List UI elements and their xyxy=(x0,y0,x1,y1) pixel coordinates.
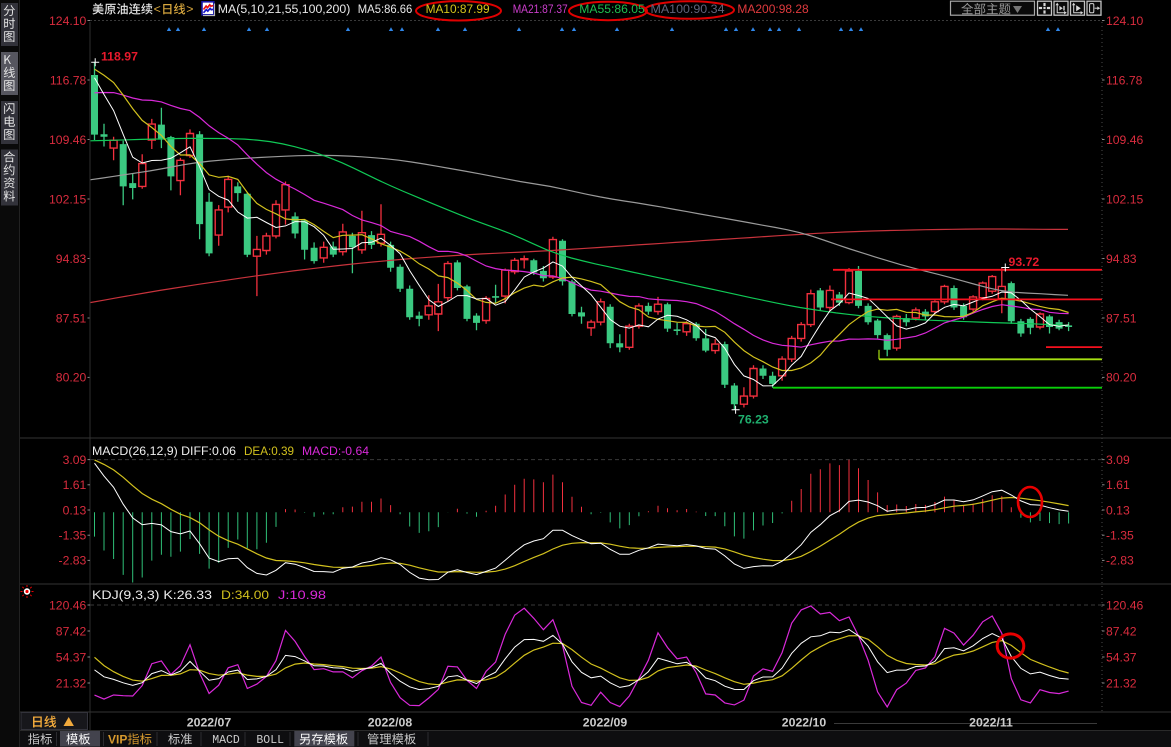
svg-text:2022/07: 2022/07 xyxy=(187,716,232,730)
svg-text:-1.35: -1.35 xyxy=(59,529,87,543)
svg-text:MA200:98.28: MA200:98.28 xyxy=(737,2,808,16)
svg-text:1.61: 1.61 xyxy=(63,478,87,492)
svg-text:2022/11: 2022/11 xyxy=(969,716,1013,730)
svg-text:-2.83: -2.83 xyxy=(1106,554,1134,568)
svg-text:J:10.98: J:10.98 xyxy=(278,588,326,602)
svg-text:80.20: 80.20 xyxy=(56,371,87,385)
svg-text:MA10:87.99: MA10:87.99 xyxy=(426,2,490,16)
svg-text:3.09: 3.09 xyxy=(1106,453,1130,467)
svg-text:54.37: 54.37 xyxy=(1106,650,1137,664)
svg-text:MACD(26,12,9) DIFF:0.06: MACD(26,12,9) DIFF:0.06 xyxy=(92,444,236,458)
svg-text:87.42: 87.42 xyxy=(1106,624,1137,638)
svg-text:118.97: 118.97 xyxy=(101,50,138,64)
svg-text:-1.35: -1.35 xyxy=(1106,529,1134,543)
svg-text:120.46: 120.46 xyxy=(49,598,86,612)
svg-text:124.10: 124.10 xyxy=(1106,14,1143,28)
svg-text:0.13: 0.13 xyxy=(1106,503,1130,517)
svg-text:109.46: 109.46 xyxy=(1106,133,1143,147)
svg-text:MACD:-0.64: MACD:-0.64 xyxy=(302,444,369,458)
svg-text:120.46: 120.46 xyxy=(1106,598,1143,612)
svg-text:D:34.00: D:34.00 xyxy=(221,588,269,602)
svg-text:VIP: VIP xyxy=(108,733,127,747)
svg-text:54.37: 54.37 xyxy=(56,650,87,664)
svg-text:KDJ(9,3,3) K:26.33: KDJ(9,3,3) K:26.33 xyxy=(92,588,212,602)
svg-text:102.15: 102.15 xyxy=(1106,192,1143,206)
svg-text:87.42: 87.42 xyxy=(56,624,87,638)
svg-text:2022/08: 2022/08 xyxy=(368,716,413,730)
svg-text:<: < xyxy=(154,2,161,16)
svg-text:94.83: 94.83 xyxy=(1106,252,1137,266)
svg-text:BOLL: BOLL xyxy=(256,734,284,747)
svg-text:2022/10: 2022/10 xyxy=(782,716,827,730)
svg-text:>: > xyxy=(186,2,193,16)
svg-text:MA(5,10,21,55,100,200): MA(5,10,21,55,100,200) xyxy=(218,2,350,16)
svg-text:-2.83: -2.83 xyxy=(59,554,87,568)
svg-text:80.20: 80.20 xyxy=(1106,371,1137,385)
svg-text:76.23: 76.23 xyxy=(738,413,769,427)
svg-text:124.10: 124.10 xyxy=(49,14,86,28)
svg-text:MA100:90.34: MA100:90.34 xyxy=(651,2,725,16)
svg-text:102.15: 102.15 xyxy=(49,192,86,206)
svg-text:1.61: 1.61 xyxy=(1106,478,1130,492)
svg-text:MACD: MACD xyxy=(212,734,240,747)
svg-text:21.32: 21.32 xyxy=(56,676,87,690)
svg-text:MA5:86.66: MA5:86.66 xyxy=(358,2,413,16)
svg-text:116.78: 116.78 xyxy=(50,73,87,87)
svg-text:MA21:87.37: MA21:87.37 xyxy=(513,2,568,16)
svg-text:3.09: 3.09 xyxy=(63,453,87,467)
svg-text:87.51: 87.51 xyxy=(56,311,87,325)
svg-text:MA55:86.05: MA55:86.05 xyxy=(579,2,645,16)
svg-text:21.32: 21.32 xyxy=(1106,676,1137,690)
svg-text:109.46: 109.46 xyxy=(49,133,86,147)
svg-text:116.78: 116.78 xyxy=(1106,73,1143,87)
svg-text:DEA:0.39: DEA:0.39 xyxy=(244,444,294,458)
svg-text:87.51: 87.51 xyxy=(1106,311,1137,325)
svg-text:93.72: 93.72 xyxy=(1009,255,1040,269)
svg-text:0.13: 0.13 xyxy=(63,503,87,517)
svg-text:2022/09: 2022/09 xyxy=(583,716,628,730)
svg-text:94.83: 94.83 xyxy=(56,252,87,266)
